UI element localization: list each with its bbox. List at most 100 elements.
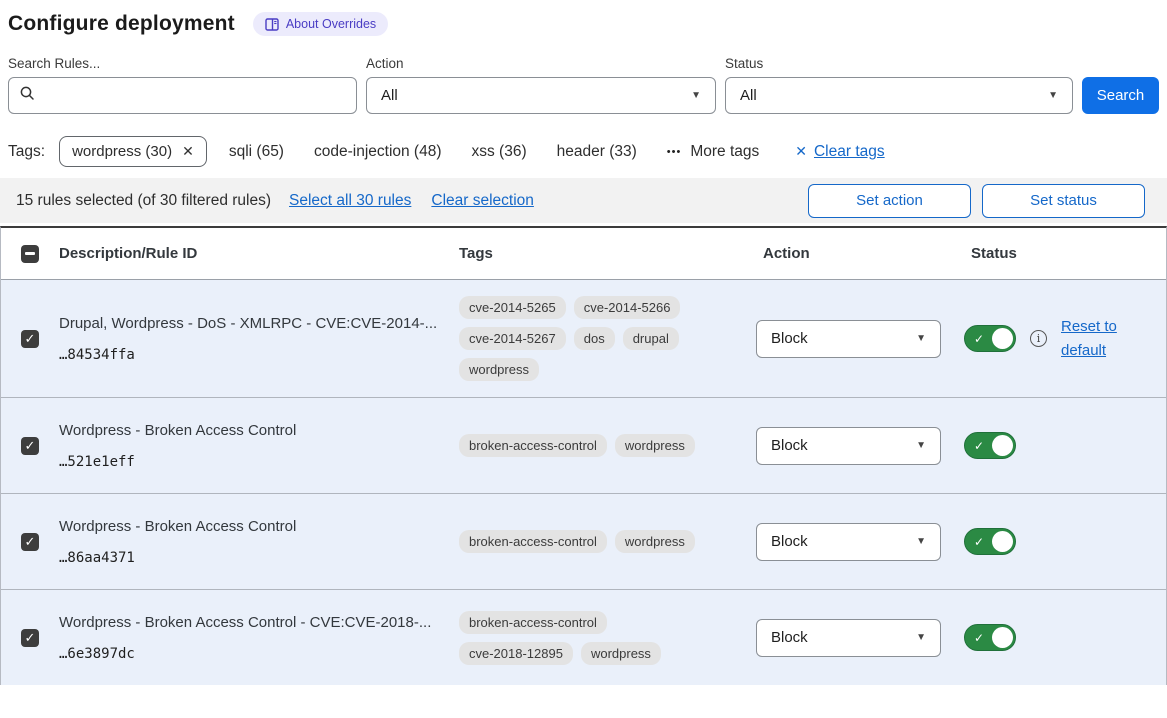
rule-tags: broken-access-control wordpress	[459, 434, 722, 457]
column-header-status: Status	[964, 245, 1166, 262]
rule-tags: cve-2014-5265cve-2014-5266cve-2014-5267d…	[459, 296, 722, 381]
rule-description: Wordpress - Broken Access Control - CVE:…	[59, 613, 445, 633]
search-rules-box[interactable]	[8, 77, 357, 114]
tag-pill: wordpress	[581, 642, 661, 665]
clear-tags-label: Clear tags	[814, 143, 885, 161]
tag-pill: dos	[574, 327, 615, 350]
info-icon[interactable]: i	[1030, 330, 1047, 347]
tag-pill: broken-access-control	[459, 530, 607, 553]
selected-tag-label: wordpress (30)	[72, 143, 172, 160]
rule-action-select[interactable]: Block ▼	[756, 320, 941, 358]
tag-pill: broken-access-control	[459, 434, 607, 457]
toggle-knob	[992, 435, 1013, 456]
tag-filter[interactable]: code-injection (48)	[314, 143, 442, 160]
filters-bar: Search Rules... Action All ▼ Status All …	[8, 56, 1159, 114]
page-header: Configure deployment About Overrides	[8, 12, 1159, 36]
row-checkbox[interactable]: ✓	[21, 437, 39, 455]
rule-tags: broken-access-controlwordpress	[459, 530, 722, 553]
toggle-knob	[992, 328, 1013, 349]
search-rules-label: Search Rules...	[8, 56, 357, 71]
chevron-down-icon: ▼	[916, 333, 926, 344]
table-body: ✓ Drupal, Wordpress - DoS - XMLRPC - CVE…	[1, 280, 1166, 685]
status-toggle[interactable]: ✓	[964, 624, 1016, 651]
selection-bar: 15 rules selected (of 30 filtered rules)…	[0, 178, 1167, 223]
tag-filter[interactable]: header (33)	[557, 143, 637, 160]
status-toggle[interactable]: ✓	[964, 528, 1016, 555]
column-header-tags: Tags	[459, 245, 756, 262]
rule-action-value: Block	[771, 330, 808, 347]
chevron-down-icon: ▼	[691, 90, 701, 101]
rule-action-value: Block	[771, 629, 808, 646]
set-status-button[interactable]: Set status	[982, 184, 1145, 218]
chevron-down-icon: ▼	[1048, 90, 1058, 101]
indeterminate-icon	[25, 252, 35, 255]
rule-action-select[interactable]: Block ▼	[756, 523, 941, 561]
action-filter-label: Action	[366, 56, 716, 71]
row-checkbox[interactable]: ✓	[21, 330, 39, 348]
table-header-row: Description/Rule ID Tags Action Status	[1, 228, 1166, 280]
rule-description: Wordpress - Broken Access Control	[59, 517, 445, 537]
column-header-description: Description/Rule ID	[59, 245, 459, 262]
rule-action-value: Block	[771, 533, 808, 550]
tag-pill: wordpress	[615, 434, 695, 457]
close-icon: ✕	[795, 143, 807, 160]
rule-description-cell: Drupal, Wordpress - DoS - XMLRPC - CVE:C…	[59, 314, 459, 363]
check-icon: ✓	[974, 332, 984, 346]
book-icon	[265, 18, 279, 31]
check-icon: ✓	[974, 631, 984, 645]
rule-tags: broken-access-control cve-2018-12895 wordp…	[459, 611, 722, 665]
tag-pill: cve-2014-5267	[459, 327, 566, 350]
rule-id: …86aa4371	[59, 550, 445, 566]
ellipsis-icon: •••	[667, 146, 682, 158]
rules-table: Description/Rule ID Tags Action Status ✓…	[0, 226, 1167, 685]
rule-description: Wordpress - Broken Access Control	[59, 421, 445, 441]
chevron-down-icon: ▼	[916, 632, 926, 643]
table-row: ✓ Wordpress - Broken Access Control - CV…	[1, 589, 1166, 685]
tag-filter-list: sqli (65) code-injection (48) xss (36) head…	[229, 143, 667, 161]
rule-id: …84534ffa	[59, 347, 445, 363]
rule-description-cell: Wordpress - Broken Access Control …521e1…	[59, 421, 459, 470]
tag-pill: cve-2018-12895	[459, 642, 573, 665]
select-all-checkbox[interactable]	[21, 245, 39, 263]
status-toggle[interactable]: ✓	[964, 325, 1016, 352]
action-filter-select[interactable]: All ▼	[366, 77, 716, 114]
check-icon: ✓	[974, 535, 984, 549]
rule-description-cell: Wordpress - Broken Access Control - CVE:…	[59, 613, 459, 662]
set-action-button[interactable]: Set action	[808, 184, 971, 218]
about-overrides-label: About Overrides	[286, 17, 376, 31]
rule-id: …521e1eff	[59, 454, 445, 470]
reset-to-default-link[interactable]: Reset to default	[1061, 315, 1123, 363]
chevron-down-icon: ▼	[916, 440, 926, 451]
check-icon: ✓	[25, 534, 36, 550]
rule-action-value: Block	[771, 437, 808, 454]
table-row: ✓ Wordpress - Broken Access Control …521…	[1, 397, 1166, 493]
clear-selection-link[interactable]: Clear selection	[431, 192, 534, 210]
row-checkbox[interactable]: ✓	[21, 533, 39, 551]
status-filter-select[interactable]: All ▼	[725, 77, 1073, 114]
select-all-link[interactable]: Select all 30 rules	[289, 192, 411, 210]
rule-action-select[interactable]: Block ▼	[756, 619, 941, 657]
about-overrides-badge[interactable]: About Overrides	[253, 12, 388, 36]
status-filter-value: All	[740, 87, 757, 104]
tag-pill: cve-2014-5266	[574, 296, 681, 319]
column-header-action: Action	[756, 245, 964, 262]
more-tags-button[interactable]: ••• More tags	[667, 143, 759, 161]
tag-pill: broken-access-control	[459, 611, 607, 634]
remove-tag-icon[interactable]: ✕	[182, 143, 194, 160]
status-toggle[interactable]: ✓	[964, 432, 1016, 459]
row-checkbox[interactable]: ✓	[21, 629, 39, 647]
more-tags-label: More tags	[690, 143, 759, 161]
search-rules-input[interactable]	[43, 87, 346, 104]
check-icon: ✓	[25, 630, 36, 646]
rule-action-select[interactable]: Block ▼	[756, 427, 941, 465]
check-icon: ✓	[25, 331, 36, 347]
tag-pill: drupal	[623, 327, 679, 350]
tag-filter[interactable]: sqli (65)	[229, 143, 284, 160]
selected-tag-chip[interactable]: wordpress (30) ✕	[59, 136, 207, 167]
table-row: ✓ Wordpress - Broken Access Control …86a…	[1, 493, 1166, 589]
search-icon	[19, 85, 35, 106]
clear-tags-link[interactable]: ✕ Clear tags	[795, 143, 884, 161]
tag-filter[interactable]: xss (36)	[472, 143, 527, 160]
search-button[interactable]: Search	[1082, 77, 1159, 114]
selection-summary: 15 rules selected (of 30 filtered rules)	[16, 192, 271, 210]
